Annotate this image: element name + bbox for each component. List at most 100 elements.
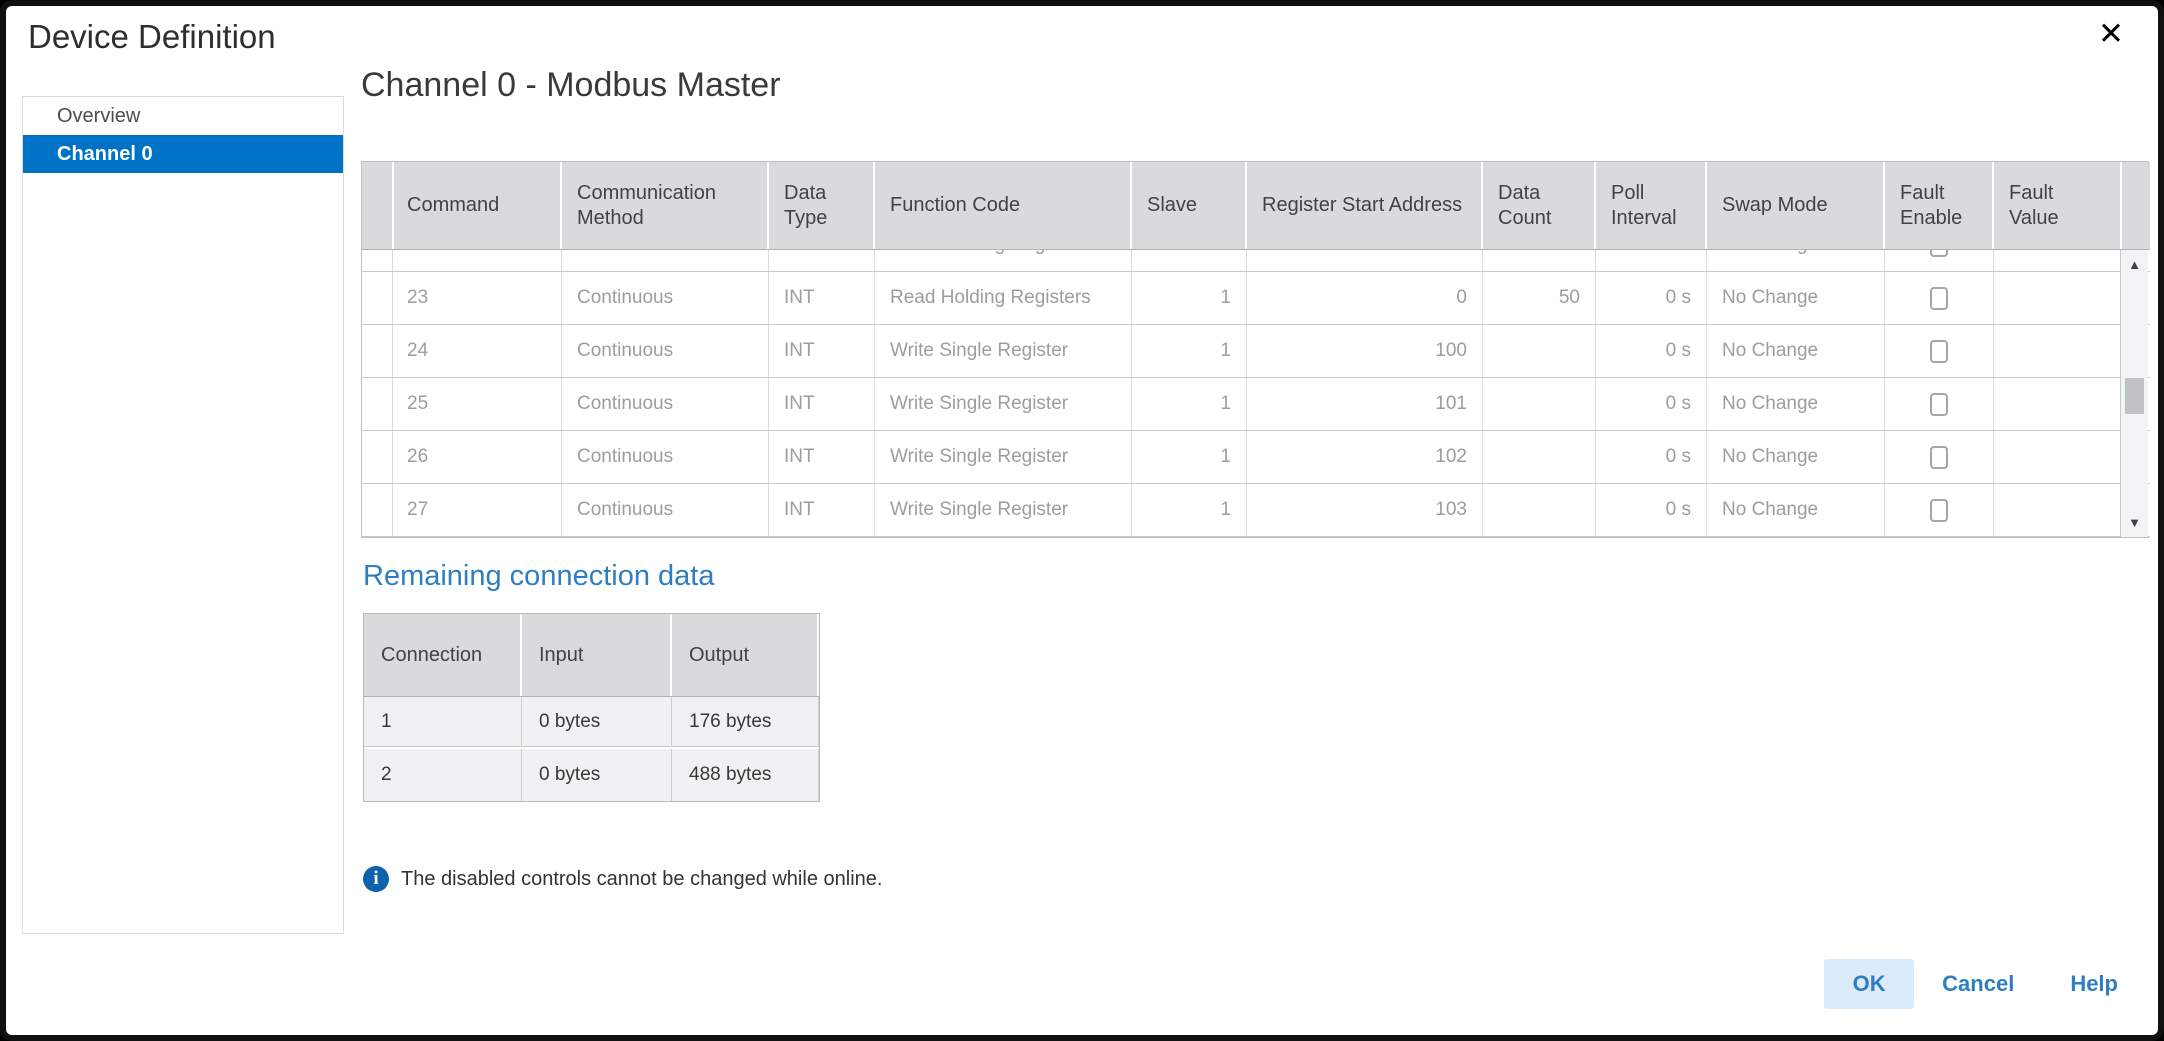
cancel-button[interactable]: Cancel [1942, 971, 2014, 997]
column-header [362, 162, 394, 249]
table-cell: Continuous [562, 484, 769, 536]
table-cell [1483, 378, 1596, 430]
table-cell: 100 [1247, 325, 1483, 377]
table-row: 25ContinuousINTWrite Single Register1101… [362, 378, 2150, 431]
table-cell: INT [769, 378, 875, 430]
command-table-viewport: 22ContinuousINTRead Holding Registers101… [362, 250, 2150, 537]
column-header: Fault Value [1994, 162, 2122, 249]
table-cell [1885, 431, 1994, 483]
table-cell [1483, 325, 1596, 377]
column-header: Connection [364, 614, 522, 696]
table-cell: 0 [1247, 250, 1483, 271]
table-cell: No Change [1707, 250, 1885, 271]
close-icon[interactable]: ✕ [2098, 18, 2124, 49]
table-cell: No Change [1707, 325, 1885, 377]
table-cell: Continuous [562, 378, 769, 430]
table-cell: No Change [1707, 431, 1885, 483]
column-header: Data Count [1483, 162, 1596, 249]
dialog-title: Device Definition [28, 18, 276, 56]
table-cell: 25 [392, 378, 562, 430]
table-cell: 0 bytes [522, 697, 672, 747]
table-cell: 103 [1247, 484, 1483, 536]
column-header: Command [392, 162, 562, 249]
table-cell: Write Single Register [875, 484, 1132, 536]
device-definition-dialog: Device Definition ✕ Overview Channel 0 C… [0, 0, 2164, 1041]
column-header: Swap Mode [1707, 162, 1885, 249]
table-row: 24ContinuousINTWrite Single Register1100… [362, 325, 2150, 378]
table-cell: Continuous [562, 250, 769, 271]
table-cell: 1 [364, 697, 522, 747]
connection-table-body: 10 bytes176 bytes20 bytes488 bytes [364, 697, 819, 801]
fault-enable-checkbox [1930, 340, 1948, 363]
table-cell [1885, 484, 1994, 536]
table-cell: 1 [1132, 272, 1247, 324]
scroll-down-icon[interactable]: ▼ [2121, 515, 2148, 530]
table-cell: INT [769, 250, 875, 271]
table-cell [362, 250, 393, 271]
table-cell [1994, 250, 2122, 271]
table-cell: 1 [1132, 431, 1247, 483]
fault-enable-checkbox [1930, 287, 1948, 310]
table-cell: 102 [1247, 431, 1483, 483]
table-cell: 0 s [1596, 431, 1707, 483]
column-header: Register Start Address [1247, 162, 1483, 249]
remaining-connection-data-heading: Remaining connection data [363, 560, 714, 593]
sidebar-item-overview[interactable]: Overview [23, 97, 343, 135]
table-row: 10 bytes176 bytes [364, 697, 819, 749]
table-cell [1483, 484, 1596, 536]
table-cell [362, 378, 393, 430]
fault-enable-checkbox [1930, 250, 1948, 257]
table-cell: Continuous [562, 431, 769, 483]
table-cell: 1 [1132, 484, 1247, 536]
column-header: Data Type [769, 162, 875, 249]
table-cell: 2 [364, 749, 522, 801]
table-cell: Continuous [562, 325, 769, 377]
note-text: The disabled controls cannot be changed … [401, 868, 882, 891]
table-cell: Write Single Register [875, 431, 1132, 483]
table-cell: 176 bytes [672, 697, 819, 747]
table-cell: INT [769, 431, 875, 483]
table-cell [1885, 250, 1994, 271]
table-cell: 101 [1247, 378, 1483, 430]
table-row: 26ContinuousINTWrite Single Register1102… [362, 431, 2150, 484]
column-header: Output [672, 614, 819, 696]
dialog-footer: OK Cancel Help [1824, 959, 2118, 1009]
table-cell [1994, 272, 2122, 324]
table-cell: 23 [392, 272, 562, 324]
table-cell: 50 [1483, 272, 1596, 324]
table-cell: 0 bytes [522, 749, 672, 801]
table-cell: INT [769, 325, 875, 377]
ok-button[interactable]: OK [1824, 959, 1914, 1009]
table-cell: INT [769, 484, 875, 536]
help-button[interactable]: Help [2070, 971, 2118, 997]
table-cell: No Change [1707, 272, 1885, 324]
sidebar-item-channel-0[interactable]: Channel 0 [23, 135, 343, 173]
table-row: 20 bytes488 bytes [364, 749, 819, 801]
table-cell: Read Holding Registers [875, 272, 1132, 324]
table-cell [1994, 484, 2122, 536]
column-header: Communication Method [562, 162, 769, 249]
table-row: 23ContinuousINTRead Holding Registers105… [362, 272, 2150, 325]
table-cell: Write Single Register [875, 378, 1132, 430]
sidebar: Overview Channel 0 [22, 96, 344, 934]
table-cell: 1 [1132, 325, 1247, 377]
command-table-body: 22ContinuousINTRead Holding Registers101… [362, 250, 2150, 537]
table-row: 22ContinuousINTRead Holding Registers101… [362, 250, 2150, 272]
online-note: i The disabled controls cannot be change… [363, 866, 882, 892]
column-header: Fault Enable [1885, 162, 1994, 249]
scrollbar-thumb[interactable] [2125, 378, 2144, 414]
remaining-connection-table: ConnectionInputOutput 10 bytes176 bytes2… [363, 613, 820, 802]
scroll-up-icon[interactable]: ▲ [2121, 257, 2148, 272]
table-cell: 0 s [1596, 325, 1707, 377]
column-header: Function Code [875, 162, 1132, 249]
vertical-scrollbar[interactable]: ▲ ▼ [2120, 250, 2148, 537]
table-cell [362, 484, 393, 536]
table-cell: 24 [392, 325, 562, 377]
table-cell: Read Holding Registers [875, 250, 1132, 271]
table-cell [1994, 325, 2122, 377]
table-cell [1885, 272, 1994, 324]
table-cell: 27 [392, 484, 562, 536]
table-cell [1994, 431, 2122, 483]
table-cell: 0 s [1596, 378, 1707, 430]
table-cell: 22 [392, 250, 562, 271]
